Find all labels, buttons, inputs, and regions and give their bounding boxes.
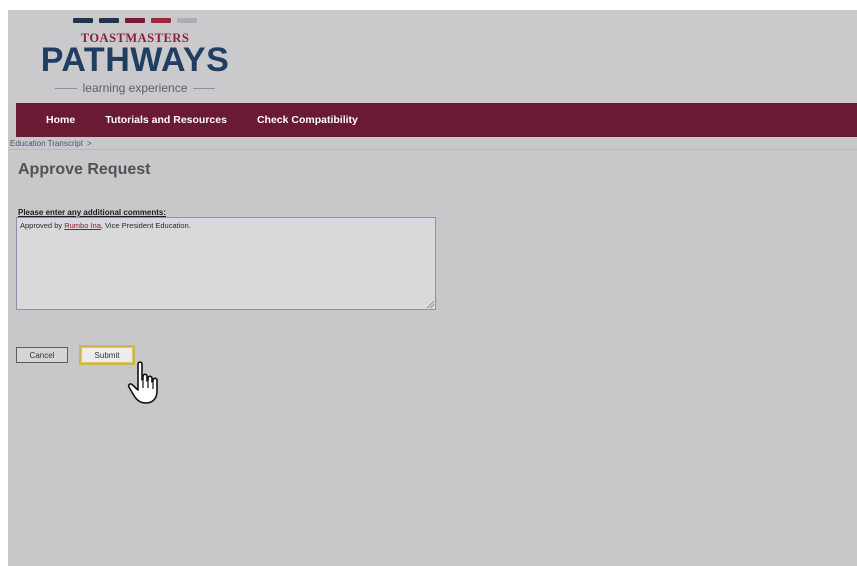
logo-dash-2 — [125, 18, 145, 23]
nav-check-compatibility[interactable]: Check Compatibility — [257, 114, 358, 126]
nav-home[interactable]: Home — [46, 114, 75, 126]
logo-subtitle-text: learning experience — [82, 81, 188, 95]
logo-pathways-text: PATHWAYS — [40, 41, 230, 79]
comments-textarea[interactable]: Approved by Rumbo Ina, Vice President Ed… — [16, 217, 436, 310]
logo-dash-4 — [177, 18, 197, 23]
breadcrumb-education-transcript[interactable]: Education Transcript — [10, 139, 83, 148]
browser-viewport: TOASTMASTERS PATHWAYS learning experienc… — [8, 10, 857, 566]
logo-dashes — [73, 18, 197, 24]
hand-pointer-icon — [127, 361, 158, 404]
cancel-button[interactable]: Cancel — [16, 347, 68, 363]
logo-dash-1 — [99, 18, 119, 23]
page-title: Approve Request — [18, 161, 151, 178]
resize-grip-icon[interactable] — [427, 301, 434, 308]
logo-dash-3 — [151, 18, 171, 23]
comments-label: Please enter any additional comments: — [18, 208, 167, 217]
toastmasters-pathways-logo[interactable]: TOASTMASTERS PATHWAYS learning experienc… — [30, 18, 240, 100]
comment-suffix: , Vice President Education. — [100, 221, 191, 230]
logo-subtitle: learning experience — [30, 81, 240, 95]
nav-tutorials-and-resources[interactable]: Tutorials and Resources — [105, 114, 227, 126]
main-nav-bar: Home Tutorials and Resources Check Compa… — [16, 103, 857, 137]
logo-dash-0 — [73, 18, 93, 23]
comment-prefix: Approved by — [20, 221, 65, 230]
site-header: TOASTMASTERS PATHWAYS learning experienc… — [8, 10, 857, 103]
comment-name: Rumbo Ina — [64, 221, 101, 230]
breadcrumb-separator: > — [86, 139, 92, 148]
comments-text: Approved by Rumbo Ina, Vice President Ed… — [20, 221, 191, 230]
breadcrumb: Education Transcript > — [10, 139, 92, 148]
header-divider — [8, 149, 857, 150]
